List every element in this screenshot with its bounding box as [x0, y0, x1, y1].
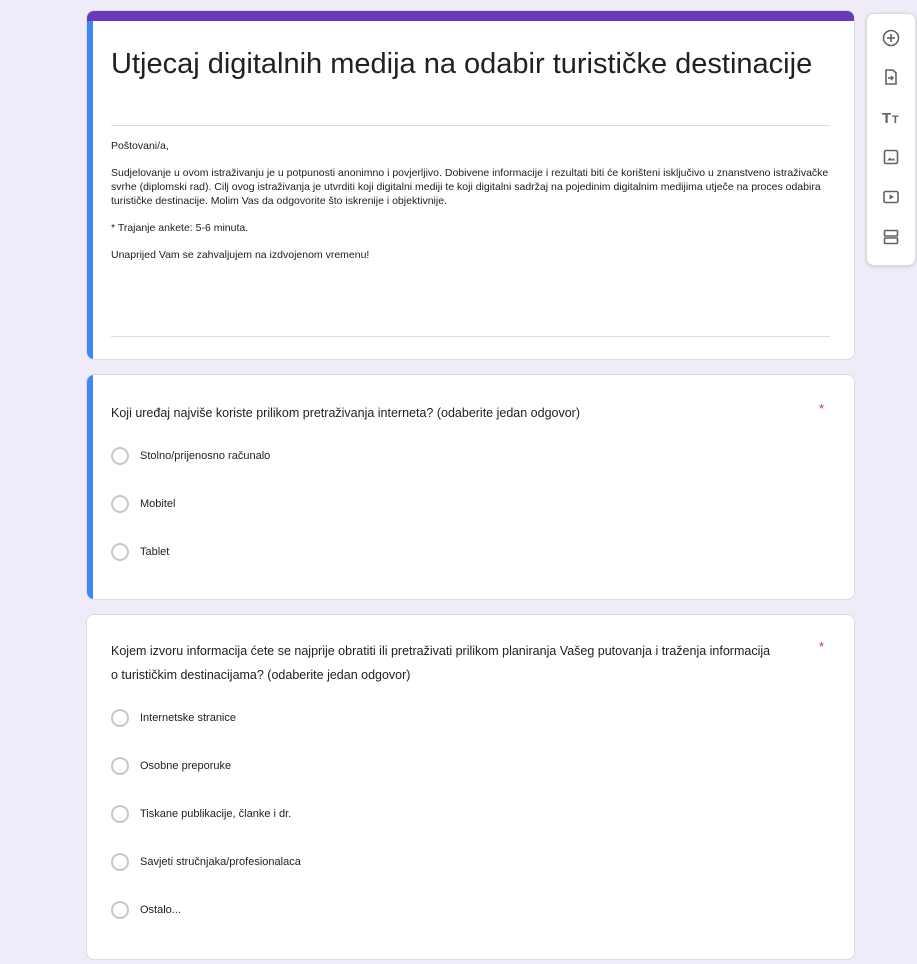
- radio-button[interactable]: [111, 543, 129, 561]
- radio-option[interactable]: Stolno/prijenosno računalo: [111, 445, 270, 467]
- selected-indicator: [87, 21, 93, 359]
- radio-button[interactable]: [111, 757, 129, 775]
- add-video-icon[interactable]: [876, 182, 906, 212]
- option-label: Savjeti stručnjaka/profesionalaca: [140, 856, 301, 868]
- import-questions-icon[interactable]: [876, 62, 906, 92]
- add-section-icon[interactable]: [876, 222, 906, 252]
- form-title[interactable]: Utjecaj digitalnih medija na odabir turi…: [111, 43, 831, 85]
- radio-option[interactable]: Tiskane publikacije, članke i dr.: [111, 803, 291, 825]
- radio-option[interactable]: Osobne preporuke: [111, 755, 231, 777]
- required-asterisk: *: [818, 401, 824, 416]
- description-greeting: Poštovani/a,: [111, 140, 169, 152]
- radio-option[interactable]: Mobitel: [111, 493, 175, 515]
- form-header-card[interactable]: Utjecaj digitalnih medija na odabir turi…: [86, 10, 855, 360]
- svg-text:T: T: [892, 114, 899, 126]
- description-underline: [111, 336, 830, 337]
- description-paragraph: Sudjelovanje u ovom istraživanju je u po…: [111, 167, 829, 207]
- question-card-1[interactable]: Koji uređaj najviše koriste prilikom pre…: [86, 374, 855, 600]
- question-title[interactable]: Kojem izvoru informacija ćete se najprij…: [111, 639, 771, 687]
- option-label: Ostalo...: [140, 904, 181, 916]
- option-label: Internetske stranice: [140, 712, 236, 724]
- question-card-2[interactable]: Kojem izvoru informacija ćete se najprij…: [86, 614, 855, 960]
- add-question-icon[interactable]: [876, 23, 906, 53]
- radio-button[interactable]: [111, 901, 129, 919]
- form-description[interactable]: Poštovani/a, Sudjelovanje u ovom istraži…: [111, 139, 831, 275]
- svg-text:T: T: [882, 110, 891, 126]
- required-asterisk: *: [818, 639, 824, 654]
- add-title-icon[interactable]: T T: [876, 102, 906, 132]
- radio-option[interactable]: Savjeti stručnjaka/profesionalaca: [111, 851, 301, 873]
- radio-option[interactable]: Tablet: [111, 541, 169, 563]
- option-label: Mobitel: [140, 498, 176, 510]
- option-label: Tablet: [140, 546, 170, 558]
- floating-toolbar: T T: [866, 13, 916, 266]
- option-label: Stolno/prijenosno računalo: [140, 450, 271, 462]
- description-duration: * Trajanje ankete: 5-6 minuta.: [111, 222, 249, 234]
- radio-button[interactable]: [111, 447, 129, 465]
- radio-option[interactable]: Internetske stranice: [111, 707, 236, 729]
- option-label: Tiskane publikacije, članke i dr.: [140, 808, 292, 820]
- question-title[interactable]: Koji uređaj najviše koriste prilikom pre…: [111, 401, 771, 425]
- title-underline: [111, 125, 830, 126]
- radio-button[interactable]: [111, 495, 129, 513]
- description-thanks: Unaprijed Vam se zahvaljujem na izdvojen…: [111, 249, 370, 261]
- radio-button[interactable]: [111, 853, 129, 871]
- option-label: Osobne preporuke: [140, 760, 232, 772]
- form-accent-bar: [87, 11, 854, 21]
- add-image-icon[interactable]: [876, 142, 906, 172]
- radio-button[interactable]: [111, 709, 129, 727]
- radio-button[interactable]: [111, 805, 129, 823]
- radio-option[interactable]: Ostalo...: [111, 899, 181, 921]
